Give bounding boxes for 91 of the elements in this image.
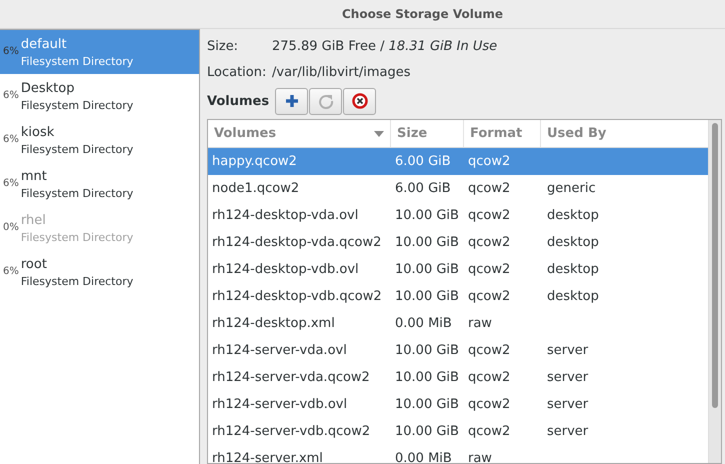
- table-cell-text: qcow2: [467, 154, 512, 169]
- pool-type: Filesystem Directory: [20, 230, 134, 244]
- table-cell-text: rh124-server.xml: [211, 451, 324, 463]
- pool-name: root: [20, 256, 48, 272]
- table-cell-text: rh124-server-vda.qcow2: [211, 370, 371, 385]
- column-header[interactable]: Size: [391, 120, 464, 147]
- add-button[interactable]: [275, 88, 308, 114]
- table-cell-text: server: [546, 343, 590, 358]
- table-cell-text: 10.00 GiB: [394, 289, 460, 304]
- table-cell-text: server: [546, 424, 590, 439]
- table-cell-text: happy.qcow2: [211, 154, 298, 169]
- column-header[interactable]: Volumes: [208, 120, 391, 147]
- volume-row[interactable]: node1.qcow2 6.00 GiB qcow2 generic: [208, 175, 708, 202]
- pool-name: Desktop: [20, 80, 76, 96]
- table-cell-text: qcow2: [467, 370, 512, 385]
- table-cell-text: rh124-desktop.xml: [211, 316, 336, 331]
- table-cell-text: qcow2: [467, 343, 512, 358]
- table-cell-text: 10.00 GiB: [394, 208, 460, 223]
- table-cell-text: qcow2: [467, 235, 512, 250]
- location-label: Location:: [207, 64, 268, 80]
- table-cell-text: 0.00 MiB: [394, 451, 453, 463]
- delete-icon: [352, 93, 368, 109]
- table-cell-text: 10.00 GiB: [394, 370, 460, 385]
- volume-row[interactable]: rh124-server-vdb.ovl 10.00 GiB qcow2 server: [208, 391, 708, 418]
- refresh-icon: [318, 93, 334, 109]
- pool-type: Filesystem Directory: [20, 186, 134, 200]
- table-cell-text: node1.qcow2: [211, 181, 300, 196]
- size-label: Size:: [207, 38, 240, 54]
- volume-row[interactable]: rh124-desktop.xml 0.00 MiB raw: [208, 310, 708, 337]
- volume-row[interactable]: rh124-server-vda.ovl 10.00 GiB qcow2 server: [208, 337, 708, 364]
- table-cell-text: 10.00 GiB: [394, 262, 460, 277]
- table-cell-text: qcow2: [467, 208, 512, 223]
- pool-usage: 6%: [3, 178, 19, 188]
- table-cell-text: 6.00 GiB: [394, 181, 452, 196]
- pool-usage: 6%: [3, 46, 19, 56]
- table-cell-text: rh124-desktop-vda.qcow2: [211, 235, 382, 250]
- column-header[interactable]: Format: [464, 120, 541, 147]
- volume-row[interactable]: rh124-desktop-vdb.qcow2 10.00 GiB qcow2 desktop: [208, 283, 708, 310]
- table-cell-text: desktop: [546, 208, 600, 223]
- volume-row[interactable]: rh124-desktop-vda.qcow2 10.00 GiB qcow2 desktop: [208, 229, 708, 256]
- pool-name: mnt: [20, 168, 48, 184]
- table-cell-text: qcow2: [467, 289, 512, 304]
- table-cell-text: 10.00 GiB: [394, 235, 460, 250]
- table-cell-text: rh124-server-vdb.qcow2: [211, 424, 372, 439]
- table-cell-text: qcow2: [467, 424, 512, 439]
- table-cell-text: raw: [467, 316, 493, 331]
- column-header[interactable]: Used By: [541, 120, 708, 147]
- table-cell-text: 10.00 GiB: [394, 343, 460, 358]
- table-cell-text: qcow2: [467, 397, 512, 412]
- table-cell-text: server: [546, 397, 590, 412]
- table-cell-text: 0.00 MiB: [394, 316, 453, 331]
- scrollbar[interactable]: [708, 120, 721, 463]
- table-cell-text: rh124-desktop-vda.ovl: [211, 208, 360, 223]
- location-value: /var/lib/libvirt/images: [272, 64, 410, 80]
- pool-type: Filesystem Directory: [20, 142, 134, 156]
- volumes-label: Volumes: [207, 94, 270, 108]
- volume-row[interactable]: rh124-server-vda.qcow2 10.00 GiB qcow2 server: [208, 364, 708, 391]
- table-cell-text: desktop: [546, 262, 600, 277]
- table-cell-text: qcow2: [467, 181, 512, 196]
- volume-row[interactable]: rh124-desktop-vdb.ovl 10.00 GiB qcow2 desktop: [208, 256, 708, 283]
- table-cell-text: desktop: [546, 235, 600, 250]
- size-value: 275.89 GiB Free / 18.31 GiB In Use: [272, 38, 498, 54]
- table-cell-text: desktop: [546, 289, 600, 304]
- plus-icon: [284, 94, 299, 108]
- volume-row[interactable]: rh124-desktop-vda.ovl 10.00 GiB qcow2 desktop: [208, 202, 708, 229]
- table-cell-text: rh124-desktop-vdb.ovl: [211, 262, 360, 277]
- table-cell-text: rh124-server-vdb.ovl: [211, 397, 348, 412]
- pool-name: default: [20, 36, 68, 52]
- table-cell-text: qcow2: [467, 262, 512, 277]
- pool-usage: 6%: [3, 134, 19, 144]
- sort-caret-icon: [374, 130, 384, 136]
- pool-name: kiosk: [20, 124, 56, 140]
- pool-type: Filesystem Directory: [20, 274, 134, 288]
- pool-name: rhel: [20, 212, 47, 228]
- volume-row[interactable]: rh124-server.xml 0.00 MiB raw: [208, 445, 708, 463]
- delete-button[interactable]: [343, 88, 376, 114]
- table-cell-text: server: [546, 370, 590, 385]
- pool-usage: 6%: [3, 90, 19, 100]
- pool-type: Filesystem Directory: [20, 98, 134, 112]
- table-cell-text: rh124-desktop-vdb.qcow2: [211, 289, 383, 304]
- table-cell-text: 10.00 GiB: [394, 397, 460, 412]
- table-cell-text: 10.00 GiB: [394, 424, 460, 439]
- table-cell-text: 6.00 GiB: [394, 154, 452, 169]
- table-cell-text: generic: [546, 181, 597, 196]
- table-cell-text: rh124-server-vda.ovl: [211, 343, 348, 358]
- volume-row[interactable]: rh124-server-vdb.qcow2 10.00 GiB qcow2 server: [208, 418, 708, 445]
- scrollbar-thumb[interactable]: [712, 123, 718, 408]
- pool-usage: 6%: [3, 266, 19, 276]
- table-cell-text: raw: [467, 451, 493, 463]
- pool-type: Filesystem Directory: [20, 54, 134, 68]
- pool-usage: 0%: [3, 222, 19, 232]
